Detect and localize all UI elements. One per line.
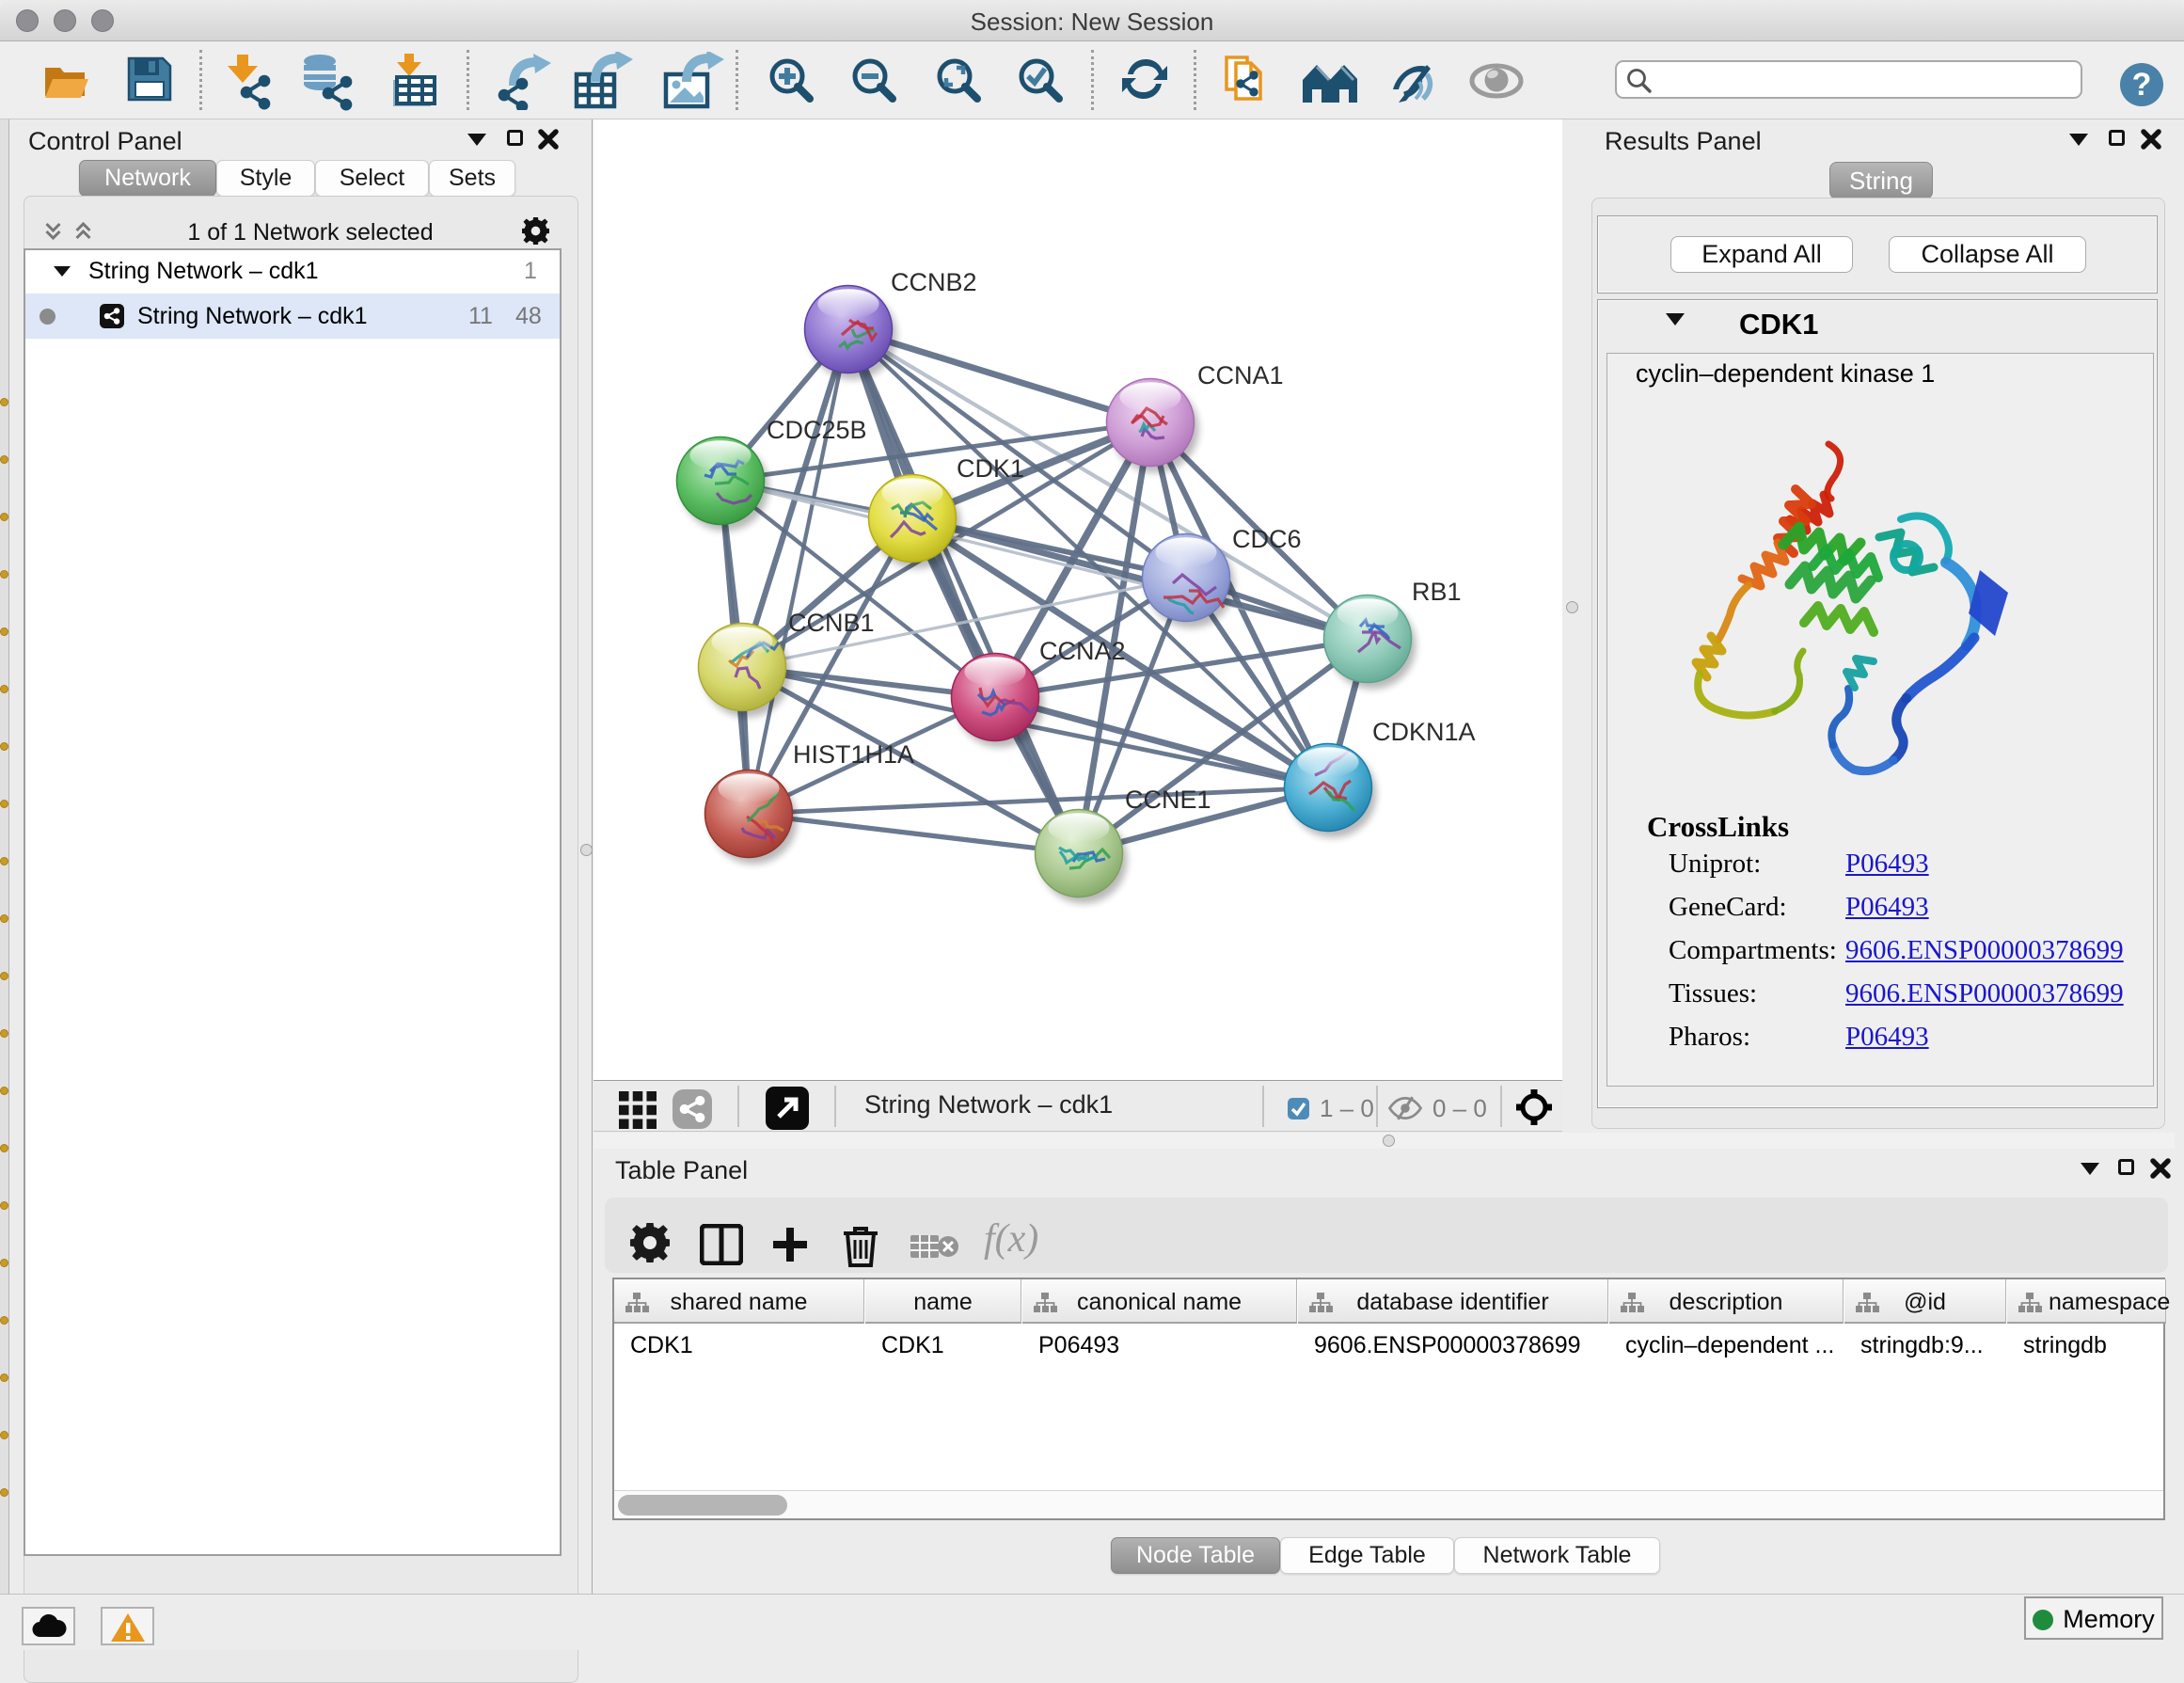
svg-text:HIST1H1A: HIST1H1A bbox=[793, 740, 914, 769]
svg-text:CCNB1: CCNB1 bbox=[788, 609, 875, 637]
svg-text:CCNE1: CCNE1 bbox=[1125, 786, 1211, 814]
svg-text:CCNB2: CCNB2 bbox=[891, 268, 977, 296]
svg-text:CDC25B: CDC25B bbox=[767, 416, 867, 444]
svg-text:RB1: RB1 bbox=[1412, 578, 1462, 606]
svg-text:CCNA1: CCNA1 bbox=[1197, 361, 1284, 389]
svg-text:CDK1: CDK1 bbox=[957, 454, 1024, 483]
svg-text:CDC6: CDC6 bbox=[1232, 525, 1302, 553]
svg-text:CDKN1A: CDKN1A bbox=[1372, 718, 1476, 746]
svg-text:CCNA2: CCNA2 bbox=[1039, 637, 1126, 665]
